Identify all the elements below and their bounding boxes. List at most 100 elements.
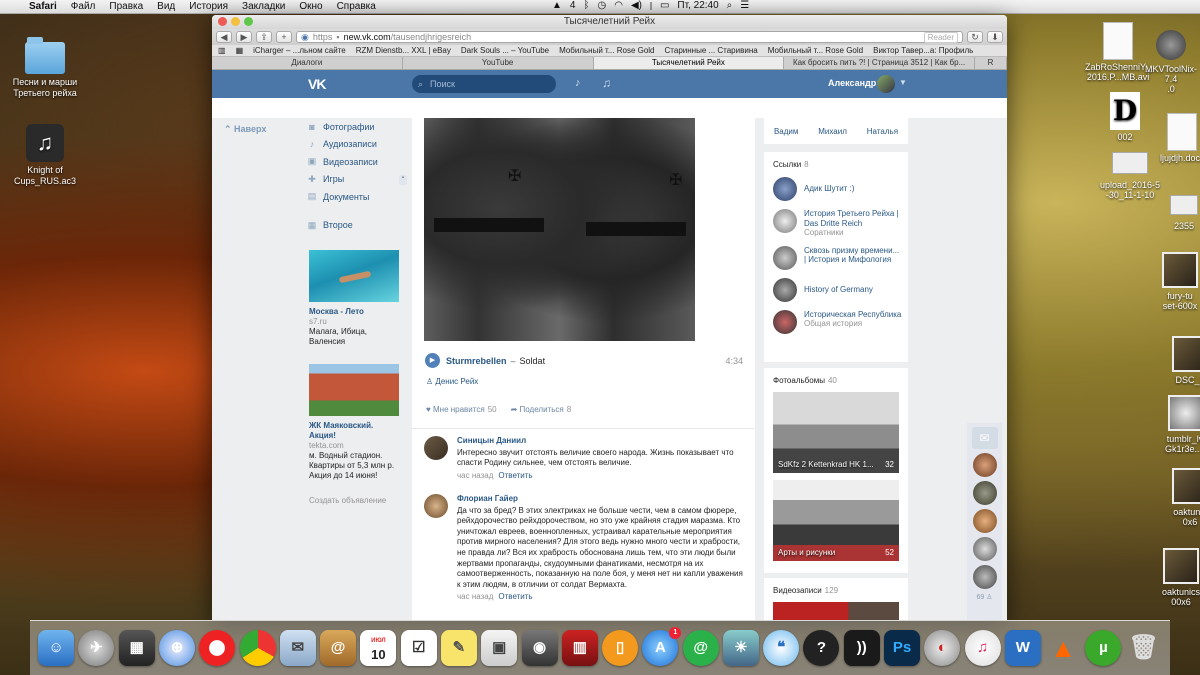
notifications-icon[interactable]: ☰: [740, 0, 749, 11]
bookmark-item[interactable]: Мобильный т... Rose Gold: [559, 46, 654, 55]
videos-header[interactable]: Видеозаписи 129: [764, 578, 908, 595]
battery-icon[interactable]: ▭: [660, 0, 669, 11]
iphoto-icon[interactable]: ☀: [722, 630, 759, 666]
tab-youtube[interactable]: YouTube: [403, 57, 594, 69]
avatar[interactable]: [424, 436, 448, 460]
desktop-app-mkvtoolnix[interactable]: MKVToolNix-7.4 .0: [1142, 30, 1200, 94]
post-photo[interactable]: ✠ ✠: [424, 118, 695, 341]
album-thumb[interactable]: SdKfz 2 Kettenkrad HK 1... 32: [773, 392, 899, 473]
track-artist[interactable]: Sturmrebellen: [446, 356, 507, 366]
chat-avatar[interactable]: [972, 565, 997, 589]
tab-forum[interactable]: Как бросить пить ?! | Страница 3512 | Ка…: [784, 57, 975, 69]
online-count[interactable]: 69 ♙: [967, 593, 1002, 601]
nav-second[interactable]: ▦ Второе: [307, 217, 407, 235]
word-icon[interactable]: W: [1004, 630, 1041, 666]
desktop-folder-songs[interactable]: Песни и марши Третьего рейха: [5, 37, 85, 99]
play-icon[interactable]: ▶: [425, 353, 440, 368]
notes-icon[interactable]: ✎: [440, 630, 477, 666]
menu-history[interactable]: История: [182, 1, 235, 12]
bookmark-item[interactable]: Старинные ... Старивина: [665, 46, 758, 55]
bookmark-item[interactable]: Виктор Тавер...а: Профиль: [873, 46, 973, 55]
desktop-file-tumblr[interactable]: tumblr_lvl Gk1r3e...1: [1165, 395, 1200, 454]
menu-view[interactable]: Вид: [150, 1, 182, 12]
menu-edit[interactable]: Правка: [102, 1, 150, 12]
safari-icon[interactable]: ⊕: [158, 630, 195, 666]
menu-bookmarks[interactable]: Закладки: [235, 1, 292, 12]
launchpad-icon[interactable]: ✈: [78, 630, 115, 666]
address-bar[interactable]: ◉ https ▪ new.vk.com/tausendjhrigesreich…: [296, 31, 963, 43]
chrome-icon[interactable]: [239, 630, 276, 666]
contacts-icon[interactable]: @: [320, 630, 357, 666]
bookmark-item[interactable]: RZM Dienstb... XXL | eBay: [356, 46, 451, 55]
share-button[interactable]: ⇪: [256, 31, 272, 43]
zoom-window-button[interactable]: [244, 17, 253, 26]
bell-icon[interactable]: ♪: [575, 77, 581, 89]
adobe-icon[interactable]: ▲: [552, 0, 562, 11]
ad-block-s7[interactable]: Москва - Лето s7.ru Малага, Ибица, Вален…: [309, 250, 401, 347]
spotlight-icon[interactable]: ⌕: [727, 0, 733, 11]
tab-extra[interactable]: R: [975, 57, 1007, 69]
sound-icon[interactable]: )): [843, 630, 880, 666]
link-item[interactable]: История Третьего Рейха | Das Dritte Reic…: [764, 209, 908, 238]
reading-list-icon[interactable]: ▥: [218, 46, 226, 55]
link-item[interactable]: Историческая Республика Общая история: [764, 309, 908, 334]
audio-track[interactable]: ▶ Sturmrebellen – Soldat 4:34: [425, 353, 743, 368]
ad-block-tekta[interactable]: ЖК Маяковский. Акция! tekta.com м. Водны…: [309, 364, 401, 481]
desktop-file-upload[interactable]: upload_2016-5 -30_11-1-10: [1100, 152, 1160, 200]
input-language-icon[interactable]: [649, 1, 652, 10]
albums-header[interactable]: Фотоальбомы 40: [764, 368, 908, 385]
desktop-file-2355[interactable]: 2355: [1170, 195, 1198, 231]
share-button[interactable]: ➦ Поделиться 8: [511, 405, 572, 414]
chat-avatar[interactable]: [972, 481, 997, 505]
album-thumb[interactable]: Арты и рисунки 52: [773, 480, 899, 561]
minimize-window-button[interactable]: [231, 17, 240, 26]
friend-name[interactable]: Наталья: [867, 127, 898, 144]
menu-window[interactable]: Окно: [292, 1, 329, 12]
top-sites-icon[interactable]: ▦: [236, 46, 244, 55]
back-button[interactable]: ◀: [216, 31, 232, 43]
create-ad-link[interactable]: Создать объявление: [309, 496, 386, 505]
bookmark-item[interactable]: iCharger – ...льном сайте: [253, 46, 346, 55]
reply-link[interactable]: Ответить: [498, 592, 532, 601]
music-icon[interactable]: ♫: [602, 76, 611, 90]
post-author[interactable]: ♙ Денис Рейх: [426, 377, 478, 386]
mail-icon[interactable]: ✉: [279, 630, 316, 666]
reload-button[interactable]: ↻: [967, 31, 983, 43]
opera-icon[interactable]: [199, 630, 236, 666]
bookmark-item[interactable]: Dark Souls ... – YouTube: [461, 46, 549, 55]
nav-photos[interactable]: ◙ Фотографии: [307, 118, 407, 136]
link-item[interactable]: History of Germany: [764, 277, 908, 302]
like-button[interactable]: ♥ Мне нравится 50: [426, 405, 497, 414]
preview-icon[interactable]: ▣: [481, 630, 518, 666]
quicktime-icon[interactable]: ?: [803, 630, 840, 666]
menubar-clock[interactable]: Пт, 22:40: [677, 0, 718, 11]
comment-author[interactable]: Флориан Гайер: [457, 494, 744, 505]
chat-avatar[interactable]: [972, 509, 997, 533]
desktop-file-002[interactable]: D 002: [1110, 92, 1140, 142]
nav-audio[interactable]: ♪ Аудиозаписи: [307, 136, 407, 154]
desktop-file-oaktunic[interactable]: oaktunic 0x6: [1172, 468, 1200, 527]
chat-avatar[interactable]: [972, 453, 997, 477]
desktop-file-oaktunics[interactable]: oaktunics 00x6: [1162, 548, 1200, 607]
photobooth-icon[interactable]: ▥: [561, 630, 598, 666]
itunes-icon[interactable]: ♫: [964, 630, 1001, 666]
avatar[interactable]: [877, 75, 895, 93]
chevron-down-icon[interactable]: ▼: [899, 78, 907, 87]
reply-link[interactable]: Ответить: [498, 471, 532, 480]
photoshop-icon[interactable]: Ps: [884, 630, 921, 666]
messages-icon[interactable]: ❝: [763, 630, 800, 666]
volume-icon[interactable]: ◀): [631, 0, 642, 11]
back-to-top-link[interactable]: ⌃ Наверх: [224, 124, 266, 135]
vk-search-input[interactable]: ⌕ Поиск: [412, 75, 556, 93]
link-item[interactable]: Сквозь призму времени... | История и Миф…: [764, 245, 908, 270]
facetime-icon[interactable]: ◉: [521, 630, 558, 666]
calendar-icon[interactable]: ИЮЛ 10: [360, 630, 397, 666]
menu-help[interactable]: Справка: [330, 1, 383, 12]
wifi-icon[interactable]: ◠: [614, 0, 623, 11]
comment-author[interactable]: Синицын Даниил: [457, 436, 744, 447]
bookmark-item[interactable]: Мобильный т... Rose Gold: [768, 46, 863, 55]
friend-name[interactable]: Вадим: [774, 127, 798, 144]
tool-icon[interactable]: ◐: [924, 630, 961, 666]
timemachine-icon[interactable]: ◷: [597, 0, 606, 11]
chat-icon[interactable]: ✉: [971, 427, 998, 449]
